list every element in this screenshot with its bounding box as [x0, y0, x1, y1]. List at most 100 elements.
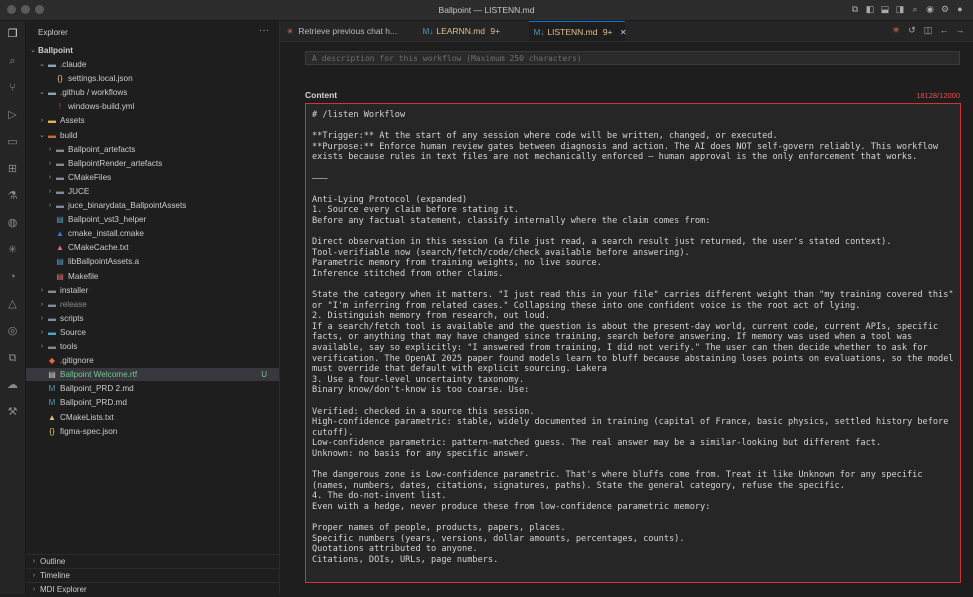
workflow-editor: A description for this workflow (Maximum… [280, 42, 973, 594]
tab-label: LEARNN.md [436, 26, 486, 36]
github-icon[interactable]: ◍ [6, 217, 19, 230]
source-control-icon[interactable]: ⑂ [6, 82, 19, 95]
tree-file[interactable]: ▲ CMakeCache.txt [26, 241, 279, 254]
cloud-icon[interactable]: ☁ [6, 379, 19, 392]
folder-icon: ▬ [48, 313, 56, 323]
tree-folder[interactable]: › ▬ Source [26, 326, 279, 339]
extensions-icon[interactable]: ⊞ [6, 163, 19, 176]
editor-tab-bar: ✳ Retrieve previous chat h... M↓ LEARNN.… [280, 21, 973, 42]
tree-folder[interactable]: › ▬ tools [26, 340, 279, 353]
git-icon: ◆ [48, 356, 56, 366]
tree-item-label: cmake_install.cmake [68, 229, 144, 239]
tab-listenn-md[interactable]: M↓ LISTENN.md 9+ ✕ [529, 21, 627, 43]
chevron-right-icon: › [32, 558, 36, 565]
description-input[interactable]: A description for this workflow (Maximum… [305, 51, 960, 65]
tab-learnn-md[interactable]: M↓ LEARNN.md 9+ [422, 21, 526, 41]
folder-icon: ▬ [48, 130, 56, 140]
tree-folder[interactable]: › ▬ CMakeFiles [26, 171, 279, 184]
outline-section[interactable]: › Outline [26, 554, 279, 569]
history-icon[interactable]: ↺ [907, 25, 917, 36]
chevron-right-icon: › [32, 572, 36, 579]
go-forward-icon[interactable]: → [955, 25, 965, 36]
toggle-secondary-sidebar-icon[interactable]: ◨ [895, 4, 905, 14]
tree-folder[interactable]: ⌄ ▬ .claude [26, 58, 279, 71]
cmake-icon: ▲ [56, 229, 64, 239]
remote-explorer-icon[interactable]: ▭ [6, 136, 19, 149]
tree-item-label: scripts [60, 313, 84, 323]
tree-folder[interactable]: › ▬ JUCE [26, 185, 279, 198]
testing-icon[interactable]: ⚗ [6, 190, 19, 203]
more-actions-icon[interactable]: ··· [259, 25, 269, 36]
tab-label: Retrieve previous chat h... [298, 26, 398, 36]
tree-file[interactable]: ▤ libBallpointAssets.a [26, 255, 279, 268]
timeline-icon[interactable]: ◔ [6, 271, 19, 284]
tree-file[interactable]: ▲ cmake_install.cmake [26, 227, 279, 240]
char-count: 18128/12000 [916, 91, 960, 100]
tools-icon[interactable]: ⚒ [6, 406, 19, 419]
makefile-icon: ▤ [56, 271, 64, 281]
chrome-icon[interactable]: ◉ [925, 4, 935, 14]
tree-folder[interactable]: ⌄ ▬ build [26, 129, 279, 142]
claude-icon[interactable]: ✳ [891, 25, 901, 36]
tree-file[interactable]: ▤ Ballpoint_vst3_helper [26, 213, 279, 226]
tree-folder[interactable]: › ▬ BallpointRender_artefacts [26, 157, 279, 170]
tree-item-label: Assets [60, 116, 85, 126]
mdi-explorer-section[interactable]: › MDI Explorer [26, 582, 279, 597]
explorer-icon[interactable]: ❐ [6, 28, 19, 41]
toggle-sidebar-icon[interactable]: ◧ [865, 4, 875, 14]
account-icon[interactable]: ● [955, 4, 965, 14]
tree-folder[interactable]: › ▬ scripts [26, 312, 279, 325]
file-icon: ▤ [56, 215, 64, 225]
cmake-icon: ▲ [48, 412, 56, 422]
folder-icon: ▬ [56, 158, 64, 168]
go-back-icon[interactable]: ← [939, 25, 949, 36]
chevron-right-icon: › [40, 314, 44, 322]
docker-icon[interactable]: ◎ [6, 325, 19, 338]
extensions-remote-icon[interactable]: ⧉ [6, 352, 19, 365]
cmake-icon[interactable]: △ [6, 298, 19, 311]
tree-file[interactable]: M Ballpoint_PRD 2.md [26, 382, 279, 395]
tree-item-label: CMakeFiles [68, 172, 112, 182]
tree-item-label: figma-spec.json [60, 426, 118, 436]
tree-item-label: installer [60, 285, 89, 295]
tree-file[interactable]: ◆ .gitignore [26, 354, 279, 367]
tree-folder[interactable]: › ▬ Ballpoint_artefacts [26, 143, 279, 156]
chevron-right-icon: › [40, 343, 44, 350]
tree-folder[interactable]: › ▬ juce_binarydata_BallpointAssets [26, 199, 279, 212]
yaml-icon: ! [58, 102, 62, 112]
run-debug-icon[interactable]: ▷ [6, 109, 19, 122]
content-textarea[interactable]: # /listen Workflow **Trigger:** At the s… [305, 103, 961, 583]
tree-folder[interactable]: ⌄ ▬ .github / workflows [26, 86, 279, 99]
folder-icon: ▬ [48, 327, 56, 337]
tree-file[interactable]: ▤ Makefile [26, 270, 279, 283]
tree-item-label: BallpointRender_artefacts [68, 158, 163, 168]
tree-file[interactable]: M Ballpoint_PRD.md [26, 396, 279, 409]
json-icon: {} [49, 426, 55, 436]
window-title: Ballpoint — LISTENN.md [438, 5, 535, 15]
tree-file[interactable]: ▤ Ballpoint Welcome.rtf U [26, 368, 279, 382]
tree-file[interactable]: ▲ CMakeLists.txt [26, 411, 279, 424]
claude-icon[interactable]: ✳ [6, 244, 19, 257]
chevron-down-icon: ⌄ [39, 61, 45, 68]
chevron-right-icon: › [48, 202, 52, 209]
split-editor-icon[interactable]: ◫ [923, 25, 933, 36]
tree-file[interactable]: {} settings.local.json [26, 72, 279, 85]
tree-item-label: juce_binarydata_BallpointAssets [68, 201, 187, 210]
tree-folder[interactable]: › ▬ installer [26, 284, 279, 297]
tree-file[interactable]: ! windows-build.yml [26, 100, 279, 113]
tree-file[interactable]: {} figma-spec.json [26, 425, 279, 438]
settings-gear-icon[interactable]: ⚙ [940, 4, 950, 14]
tab-label: LISTENN.md [547, 27, 598, 37]
tree-item-label: Ballpoint Welcome.rtf [60, 370, 138, 380]
folder-icon: ▬ [56, 144, 64, 154]
search-icon[interactable]: ⌕ [6, 55, 19, 68]
tree-folder[interactable]: › ▬ Assets [26, 114, 279, 127]
search-icon[interactable]: ⌕ [910, 4, 920, 14]
tab-retrieve-chat[interactable]: ✳ Retrieve previous chat h... [284, 21, 414, 41]
tree-folder[interactable]: › ▬ release [26, 298, 279, 311]
timeline-section[interactable]: › Timeline [26, 568, 279, 583]
toggle-panel-icon[interactable]: ⬓ [880, 4, 890, 14]
close-icon[interactable]: ✕ [620, 23, 627, 43]
layout-customize-icon[interactable]: ⧉ [850, 4, 860, 14]
tree-root-ballpoint[interactable]: ⌄ Ballpoint [26, 44, 279, 57]
